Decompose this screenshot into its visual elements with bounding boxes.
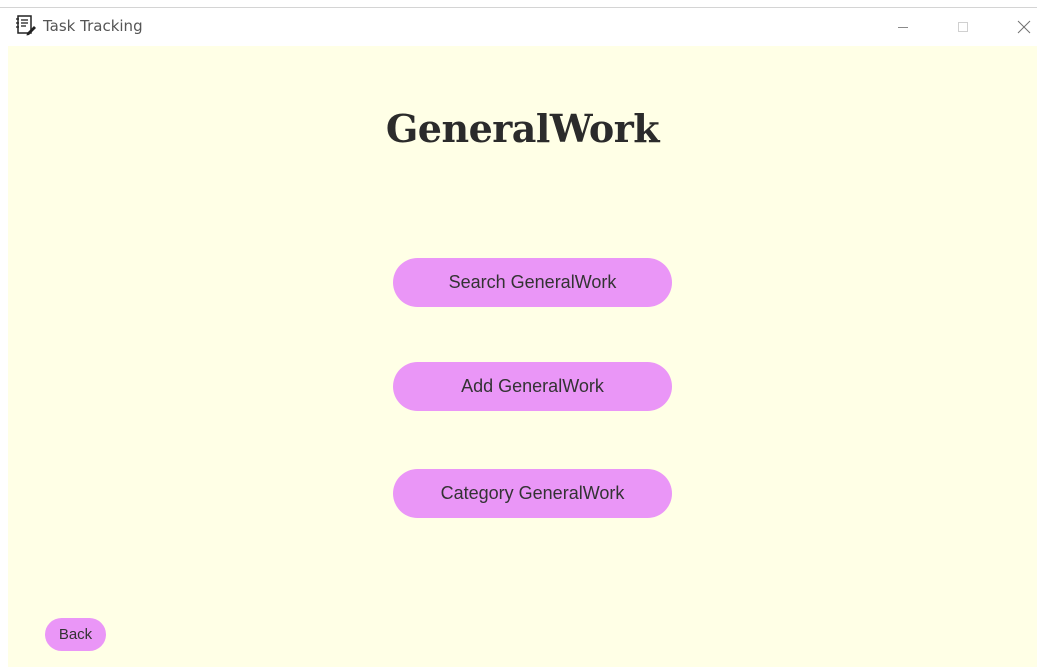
top-strip xyxy=(0,0,1037,8)
add-generalwork-button[interactable]: Add GeneralWork xyxy=(393,362,672,411)
minimize-icon xyxy=(897,21,909,33)
back-button[interactable]: Back xyxy=(45,618,106,651)
maximize-icon xyxy=(957,21,969,33)
window-title: Task Tracking xyxy=(43,17,143,35)
page-title: GeneralWork xyxy=(385,106,660,151)
category-generalwork-button[interactable]: Category GeneralWork xyxy=(393,469,672,518)
notebook-pencil-icon xyxy=(15,14,37,36)
app-window: Task Tracking GeneralWork Search General… xyxy=(0,0,1037,667)
minimize-button[interactable] xyxy=(880,8,926,46)
close-icon xyxy=(1017,20,1031,34)
maximize-button[interactable] xyxy=(940,8,986,46)
close-button[interactable] xyxy=(1001,8,1037,46)
title-bar[interactable]: Task Tracking xyxy=(0,0,1037,46)
content-area: GeneralWork Search GeneralWork Add Gener… xyxy=(8,46,1037,667)
search-generalwork-button[interactable]: Search GeneralWork xyxy=(393,258,672,307)
